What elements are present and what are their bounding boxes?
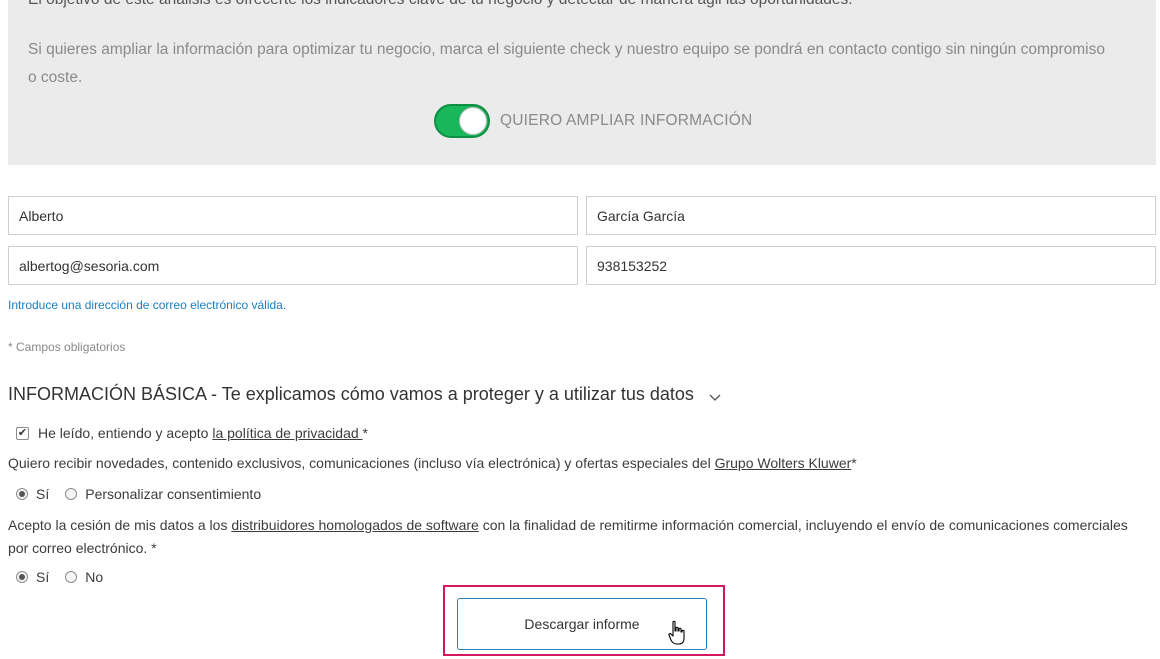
phone-input[interactable] <box>586 246 1156 285</box>
cession-no-label: No <box>85 569 104 585</box>
cession-text-start: Acepto la cesión de mis datos a los <box>8 517 232 533</box>
news-yes-label: Sí <box>36 486 50 502</box>
distributors-link[interactable]: distribuidores homologados de software <box>231 517 478 533</box>
wolters-kluwer-link[interactable]: Grupo Wolters Kluwer <box>715 455 852 471</box>
privacy-text: He leído, entiendo y acepto <box>38 425 213 441</box>
last-name-input[interactable] <box>586 196 1156 235</box>
cession-yes-radio[interactable] <box>16 571 28 583</box>
news-customize-radio[interactable] <box>65 488 78 500</box>
news-consent-text: Quiero recibir novedades, contenido excl… <box>8 455 857 471</box>
basic-info-title: INFORMACIÓN BÁSICA - Te explicamos cómo … <box>8 384 694 404</box>
news-consent-label: Quiero recibir novedades, contenido excl… <box>8 455 715 471</box>
cession-consent-text: Acepto la cesión de mis datos a los dist… <box>8 514 1128 560</box>
email-hint: Introduce una dirección de correo electr… <box>8 298 287 312</box>
chevron-down-icon[interactable] <box>708 388 722 402</box>
expand-info-toggle-row: QUIERO AMPLIAR INFORMACIÓN <box>434 104 752 138</box>
privacy-row: ✔ He leído, entiendo y acepto la polític… <box>8 425 368 441</box>
cession-consent-options: Sí No <box>8 569 111 585</box>
news-yes-radio[interactable] <box>16 488 28 500</box>
privacy-policy-link[interactable]: la política de privacidad <box>212 425 362 441</box>
expand-info-text: Si quieres ampliar la información para o… <box>28 41 1105 86</box>
privacy-required-mark: * <box>362 425 368 441</box>
news-required-mark: * <box>851 455 857 471</box>
expand-info-label: QUIERO AMPLIAR INFORMACIÓN <box>500 112 753 129</box>
cession-no-radio[interactable] <box>65 571 78 583</box>
privacy-checkbox[interactable]: ✔ <box>16 426 29 440</box>
expand-info-toggle[interactable] <box>434 104 490 138</box>
news-customize-label: Personalizar consentimiento <box>85 486 262 502</box>
cession-yes-label: Sí <box>36 569 50 585</box>
required-fields-note: * Campos obligatorios <box>8 340 126 354</box>
hand-cursor-icon <box>668 620 685 645</box>
news-consent-options: Sí Personalizar consentimiento <box>8 486 269 502</box>
email-input[interactable] <box>8 246 578 285</box>
first-name-input[interactable] <box>8 196 578 235</box>
objective-text: El objetivo de este análisis es ofrecert… <box>28 0 853 9</box>
toggle-knob <box>459 107 487 135</box>
basic-info-header[interactable]: INFORMACIÓN BÁSICA - Te explicamos cómo … <box>8 384 722 405</box>
